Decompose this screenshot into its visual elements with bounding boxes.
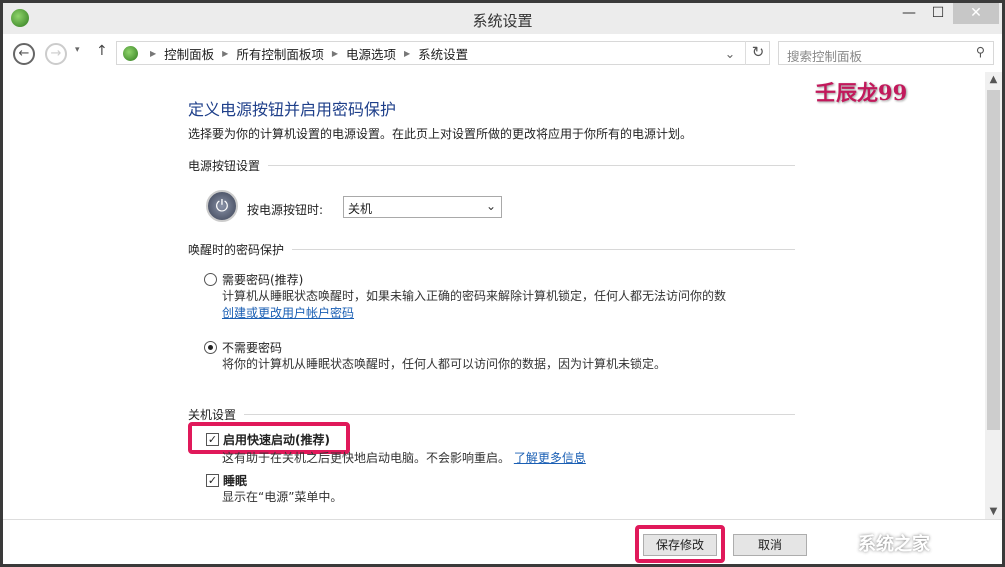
address-bar[interactable]: ▶ 控制面板 ▶ 所有控制面板项 ▶ 电源选项 ▶ 系统设置 ⌄ (116, 41, 770, 65)
vertical-scrollbar[interactable]: ▲ ▼ (985, 72, 1002, 519)
watermark-text: 壬辰龙99 (815, 80, 908, 105)
fast-startup-checkbox[interactable]: ✓ (206, 433, 219, 446)
power-button-label: 按电源按钮时: (247, 203, 324, 217)
sleep-label[interactable]: 睡眠 (223, 472, 247, 489)
window: 系统设置 — ☐ ✕ ← → ▾ ↑ ▶ 控制面板 ▶ 所有控制面板项 ▶ 电源… (3, 3, 1002, 564)
up-button[interactable]: ↑ (96, 43, 108, 59)
require-password-desc: 计算机从睡眠状态唤醒时，如果未输入正确的密码来解除计算机锁定，任何人都无法访问你… (222, 289, 727, 303)
section-title: 关机设置 (188, 408, 237, 422)
section-power-buttons: 电源按钮设置 (188, 157, 795, 174)
scroll-up-icon[interactable]: ▲ (985, 74, 1002, 85)
scroll-down-icon[interactable]: ▼ (985, 506, 1002, 517)
power-icon: ⏻ (206, 190, 238, 222)
breadcrumb-item[interactable]: 系统设置 (418, 44, 468, 63)
save-button[interactable]: 保存修改 (643, 534, 717, 556)
back-button[interactable]: ← (13, 43, 35, 65)
forward-button[interactable]: → (45, 43, 67, 65)
search-input[interactable]: 搜索控制面板 ⚲ (778, 41, 994, 65)
window-title: 系统设置 (472, 12, 533, 30)
section-shutdown: 关机设置 (188, 406, 795, 423)
page-title: 定义电源按钮并启用密码保护 (188, 100, 397, 119)
chevron-right-icon: ▶ (222, 48, 229, 58)
require-password-radio[interactable] (204, 273, 217, 286)
power-button-action-select[interactable]: 关机 ⌄ (343, 196, 502, 218)
sleep-desc: 显示在“电源”菜单中。 (222, 490, 343, 504)
fast-startup-desc: 这有助于在关机之后更快地启动电脑。不会影响重启。 (222, 451, 511, 465)
search-placeholder: 搜索控制面板 (787, 49, 863, 64)
sleep-checkbox[interactable]: ✓ (206, 474, 219, 487)
chevron-right-icon: ▶ (404, 48, 411, 58)
chevron-right-icon: ▶ (150, 48, 157, 58)
breadcrumb-item[interactable]: 所有控制面板项 (236, 44, 324, 63)
refresh-button[interactable]: ↻ (745, 41, 770, 65)
breadcrumb-item[interactable]: 电源选项 (346, 44, 396, 63)
page-subtitle: 选择要为你的计算机设置的电源设置。在此页上对设置所做的更改将应用于你所有的电源计… (188, 127, 693, 141)
no-password-radio[interactable] (204, 341, 217, 354)
learn-more-link[interactable]: 了解更多信息 (514, 451, 586, 465)
footer: 保存修改 取消 系统之家 (3, 519, 1002, 564)
section-wake-password: 唤醒时的密码保护 (188, 241, 795, 258)
minimize-button[interactable]: — (896, 5, 922, 27)
chevron-down-icon[interactable]: ⌄ (717, 46, 743, 61)
section-title: 电源按钮设置 (188, 159, 261, 173)
scrollbar-thumb[interactable] (987, 90, 1000, 430)
settings-content: 壬辰龙99 定义电源按钮并启用密码保护 选择要为你的计算机设置的电源设置。在此页… (3, 72, 985, 519)
search-icon[interactable]: ⚲ (976, 44, 985, 59)
no-password-label[interactable]: 不需要密码 (222, 339, 282, 356)
selected-value: 关机 (348, 202, 373, 216)
cancel-button[interactable]: 取消 (733, 534, 807, 556)
close-button[interactable]: ✕ (953, 3, 999, 24)
require-password-label[interactable]: 需要密码(推荐) (222, 271, 303, 288)
navigation-bar: ← → ▾ ↑ ▶ 控制面板 ▶ 所有控制面板项 ▶ 电源选项 ▶ 系统设置 ⌄… (3, 34, 1002, 72)
chevron-right-icon: ▶ (331, 48, 338, 58)
no-password-desc: 将你的计算机从睡眠状态唤醒时，任何人都可以访问你的数据，因为计算机未锁定。 (222, 357, 667, 371)
control-panel-icon (123, 45, 138, 61)
change-password-link[interactable]: 创建或更改用户帐户密码 (222, 306, 354, 320)
site-logo: 系统之家 (858, 534, 930, 555)
breadcrumb-item[interactable]: 控制面板 (164, 44, 214, 63)
fast-startup-label[interactable]: 启用快速启动(推荐) (223, 431, 330, 448)
section-title: 唤醒时的密码保护 (188, 243, 285, 257)
recent-locations-button[interactable]: ▾ (75, 45, 80, 55)
maximize-button[interactable]: ☐ (925, 5, 951, 27)
chevron-down-icon: ⌄ (485, 199, 496, 213)
title-bar: 系统设置 — ☐ ✕ (3, 3, 1002, 34)
